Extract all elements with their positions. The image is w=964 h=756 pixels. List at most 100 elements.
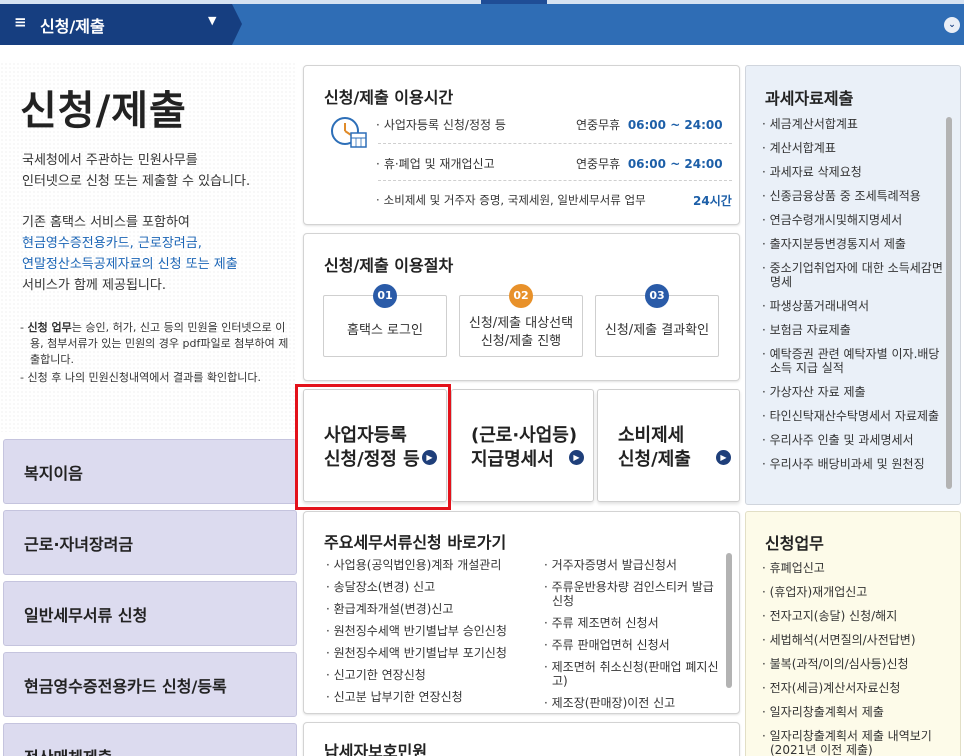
step-label-line: 신청/제출 진행: [480, 334, 562, 349]
apply-link[interactable]: · (휴업자)재개업신고: [760, 585, 950, 599]
side-button-welfare[interactable]: 복지이음: [3, 439, 297, 504]
tax-data-link[interactable]: · 세금계산서합계표: [760, 117, 950, 131]
apply-link-text[interactable]: 일자리창출계획서 제출: [770, 705, 884, 719]
form-link-text[interactable]: 거주자증명서 발급신청서: [552, 558, 677, 572]
apply-link-text[interactable]: 일자리창출계획서 제출 내역보기(2021년 이전 제출): [770, 729, 932, 756]
form-link[interactable]: · 거주자증명서 발급신청서: [540, 558, 722, 572]
form-link[interactable]: · 주류운반용차량 검인스티커 발급신청: [540, 580, 722, 608]
form-link[interactable]: · 신고기한 연장신청: [322, 668, 537, 682]
tax-data-scrollbar[interactable]: [946, 117, 952, 489]
tax-data-link[interactable]: · 연금수령개시및해지명세서: [760, 213, 950, 227]
apply-link-text[interactable]: 전자고지(송달) 신청/해지: [770, 609, 898, 623]
form-link-text[interactable]: 환급계좌개설(변경)신고: [334, 602, 454, 616]
menu-tab-arrow: [232, 4, 242, 45]
tax-data-link-text[interactable]: 계산서합계표: [770, 141, 836, 155]
top-indicator: [481, 0, 547, 4]
form-link[interactable]: · 원천징수세액 반기별납부 승인신청: [322, 624, 537, 638]
tax-data-link-text[interactable]: 보험금 자료제출: [770, 323, 851, 337]
highlight-box: [295, 384, 451, 510]
tax-data-link[interactable]: · 파생상품거래내역서: [760, 299, 950, 313]
hours-title: 신청/제출 이용시간: [324, 88, 454, 107]
tax-data-link-text[interactable]: 예탁증권 관련 예탁자별 이자.배당소득 지급 실적: [770, 347, 940, 375]
tax-data-link[interactable]: · 보험금 자료제출: [760, 323, 950, 337]
form-link-text[interactable]: 사업용(공익법인용)계좌 개설관리: [334, 558, 502, 572]
hamburger-menu-icon[interactable]: ≡: [14, 13, 27, 31]
hours-row: · 휴·폐업 및 재개업신고: [376, 157, 495, 171]
tax-data-link[interactable]: · 중소기업취업자에 대한 소득세감면명세: [760, 261, 950, 289]
apply-link[interactable]: · 휴폐업신고: [760, 561, 950, 575]
intro-line: 국세청에서 주관하는 민원사무를: [22, 153, 198, 168]
side-button-cash-receipt-card[interactable]: 현금영수증전용카드 신청/등록: [3, 652, 297, 717]
apply-link-text[interactable]: 세법해석(서면질의/사전답변): [770, 633, 916, 647]
tax-data-link-text[interactable]: 파생상품거래내역서: [770, 299, 869, 313]
side-button-electronic-media[interactable]: 전산매체제출: [3, 723, 297, 756]
step-number-badge: 03: [645, 284, 669, 308]
form-link[interactable]: · 주류 판매업면허 신청서: [540, 638, 722, 652]
side-button-general-tax-documents[interactable]: 일반세무서류 신청: [3, 581, 297, 646]
form-link-text[interactable]: 주류운반용차량 검인스티커 발급신청: [552, 580, 714, 608]
tax-data-link-text[interactable]: 우리사주 배당비과세 및 원천징: [770, 457, 925, 471]
form-link[interactable]: · 제조면허 취소신청(판매업 폐지신고): [540, 660, 722, 688]
apply-list: · 휴폐업신고 · (휴업자)재개업신고 · 전자고지(송달) 신청/해지 · …: [760, 561, 950, 756]
tax-data-link[interactable]: · 타인신탁재산수탁명세서 자료제출: [760, 409, 950, 423]
quick-label: 소비제세 신청/제출: [618, 424, 691, 472]
form-link[interactable]: · 사업용(공익법인용)계좌 개설관리: [322, 558, 537, 572]
tax-data-link[interactable]: · 신종금융상품 중 조세특례적용: [760, 189, 950, 203]
apply-link[interactable]: · 일자리창출계획서 제출 내역보기(2021년 이전 제출): [760, 729, 950, 756]
form-link[interactable]: · 송달장소(변경) 신고: [322, 580, 537, 594]
form-link[interactable]: · 제조장(판매장)이전 신고: [540, 696, 722, 710]
form-link[interactable]: · 신고분 납부기한 연장신청: [322, 690, 537, 704]
apply-link[interactable]: · 일자리창출계획서 제출: [760, 705, 950, 719]
tax-data-link-text[interactable]: 중소기업취업자에 대한 소득세감면명세: [770, 261, 943, 289]
form-link-text[interactable]: 송달장소(변경) 신고: [334, 580, 436, 594]
form-link[interactable]: · 환급계좌개설(변경)신고: [322, 602, 537, 616]
apply-link[interactable]: · 세법해석(서면질의/사전답변): [760, 633, 950, 647]
tax-data-link[interactable]: · 예탁증권 관련 예탁자별 이자.배당소득 지급 실적: [760, 347, 950, 375]
tax-data-link[interactable]: · 과세자료 삭제요청: [760, 165, 950, 179]
apply-link-text[interactable]: 휴폐업신고: [770, 561, 825, 575]
form-link-text[interactable]: 주류 판매업면허 신청서: [552, 638, 670, 652]
form-link[interactable]: · 원천징수세액 반기별납부 포기신청: [322, 646, 537, 660]
apply-link-text[interactable]: (휴업자)재개업신고: [770, 585, 868, 599]
form-link-text[interactable]: 제조장(판매장)이전 신고: [552, 696, 676, 710]
hours-days: 연중무휴: [576, 157, 621, 171]
arrow-right-icon: ▶: [569, 450, 584, 465]
tax-data-link[interactable]: · 우리사주 배당비과세 및 원천징: [760, 457, 950, 471]
tax-data-link-text[interactable]: 세금계산서합계표: [770, 117, 858, 131]
tax-data-link-text[interactable]: 과세자료 삭제요청: [770, 165, 862, 179]
intro-text-2: 기존 홈택스 서비스를 포함하여 현금영수증전용카드, 근로장려금, 연말정산소…: [22, 212, 292, 296]
forms-scrollbar[interactable]: [726, 553, 732, 688]
apply-link-text[interactable]: 전자(세금)계산서자료신청: [770, 681, 901, 695]
tax-data-link[interactable]: · 계산서합계표: [760, 141, 950, 155]
tax-data-link-text[interactable]: 출자지분등변경통지서 제출: [770, 237, 906, 251]
apply-link-text[interactable]: 불복(과적/이의/심사등)신청: [770, 657, 909, 671]
tax-data-link[interactable]: · 가상자산 자료 제출: [760, 385, 950, 399]
form-link-text[interactable]: 제조면허 취소신청(판매업 폐지신고): [552, 660, 719, 688]
form-link-text[interactable]: 원천징수세액 반기별납부 포기신청: [334, 646, 507, 660]
tax-data-link-text[interactable]: 연금수령개시및해지명세서: [770, 213, 902, 227]
tax-data-link-text[interactable]: 우리사주 인출 및 과세명세서: [770, 433, 914, 447]
form-link-text[interactable]: 신고분 납부기한 연장신청: [334, 690, 463, 704]
form-link-text[interactable]: 신고기한 연장신청: [334, 668, 426, 682]
row-separator: [378, 180, 732, 181]
procedure-title: 신청/제출 이용절차: [324, 256, 454, 275]
chevron-down-icon[interactable]: ⌄: [944, 17, 960, 33]
menu-tab[interactable]: [0, 4, 232, 45]
apply-link[interactable]: · 불복(과적/이의/심사등)신청: [760, 657, 950, 671]
hours-time: 06:00 ~ 24:00: [627, 118, 723, 132]
apply-link[interactable]: · 전자(세금)계산서자료신청: [760, 681, 950, 695]
note-bold: 신청 업무: [27, 321, 72, 334]
side-button-earned-income-credit[interactable]: 근로·자녀장려금: [3, 510, 297, 575]
tax-data-link[interactable]: · 출자지분등변경통지서 제출: [760, 237, 950, 251]
tax-data-link-text[interactable]: 신종금융상품 중 조세특례적용: [770, 189, 921, 203]
form-link-text[interactable]: 원천징수세액 반기별납부 승인신청: [334, 624, 507, 638]
tax-data-link-text[interactable]: 타인신탁재산수탁명세서 자료제출: [770, 409, 939, 423]
form-link[interactable]: · 주류 제조면허 신청서: [540, 616, 722, 630]
dropdown-caret-icon[interactable]: ▼: [208, 14, 216, 27]
tax-data-link[interactable]: · 우리사주 인출 및 과세명세서: [760, 433, 950, 447]
note-text: 신청 후 나의 민원신청내역에서 결과를 확인합니다.: [27, 371, 261, 384]
apply-link[interactable]: · 전자고지(송달) 신청/해지: [760, 609, 950, 623]
tax-data-link-text[interactable]: 가상자산 자료 제출: [770, 385, 866, 399]
menu-title[interactable]: 신청/제출: [40, 13, 105, 37]
form-link-text[interactable]: 주류 제조면허 신청서: [552, 616, 659, 630]
